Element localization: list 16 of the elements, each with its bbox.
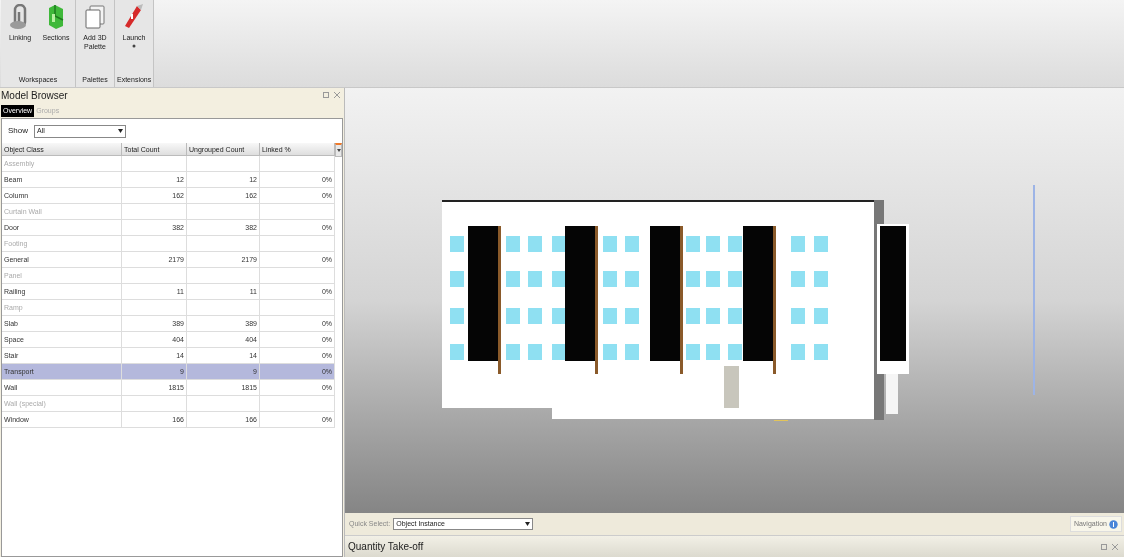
panel-title: Model Browser: [1, 88, 68, 103]
close-icon[interactable]: [334, 92, 340, 98]
knife-icon: [123, 4, 145, 30]
dropdown-arrow-icon: [118, 129, 123, 133]
restore-icon[interactable]: [1101, 543, 1107, 550]
section-box-icon: [46, 4, 66, 30]
dropdown-arrow-icon: [525, 522, 531, 526]
scroll-arrow-icon[interactable]: [336, 149, 341, 152]
info-icon: [1109, 519, 1118, 529]
show-label: Show: [8, 125, 28, 137]
panel-title: Quantity Take-off: [348, 540, 424, 554]
restore-icon[interactable]: [323, 92, 329, 98]
viewport[interactable]: [345, 88, 1124, 513]
scrollbar[interactable]: [335, 143, 342, 157]
pages-icon: [84, 4, 106, 30]
close-icon[interactable]: [1112, 543, 1118, 550]
